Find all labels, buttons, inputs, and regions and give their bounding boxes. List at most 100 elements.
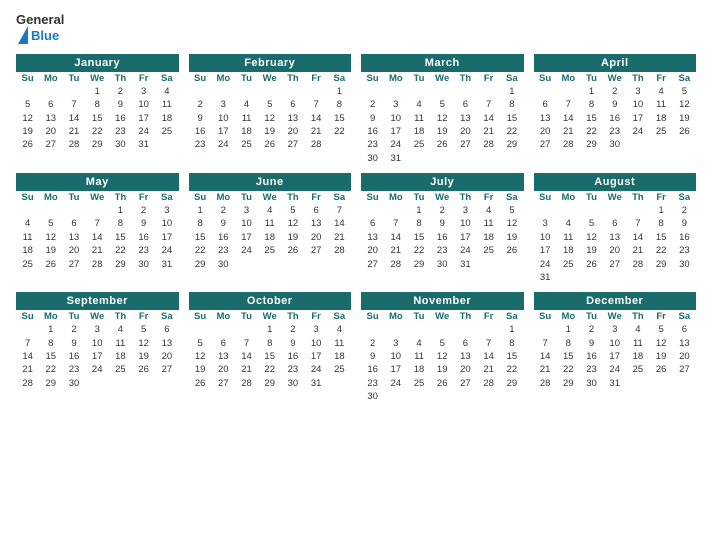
day-header: Mo (212, 191, 235, 204)
day-cell (384, 323, 407, 336)
day-cell: 19 (500, 231, 523, 244)
day-cell: 1 (258, 323, 281, 336)
day-cell: 10 (384, 350, 407, 363)
day-cell: 5 (132, 323, 155, 336)
day-cell: 4 (328, 323, 351, 336)
day-cell: 10 (86, 336, 109, 349)
day-cell: 8 (189, 217, 212, 230)
day-cell: 27 (39, 138, 62, 151)
day-cell (650, 138, 673, 151)
day-cell: 8 (109, 217, 132, 230)
day-cell: 4 (235, 98, 258, 111)
day-cell: 27 (305, 244, 328, 257)
day-cell: 7 (62, 98, 85, 111)
day-cell: 1 (500, 85, 523, 98)
day-header: Su (534, 191, 557, 204)
day-cell: 10 (534, 231, 557, 244)
day-cell: 26 (500, 244, 523, 257)
day-header: Sa (673, 310, 696, 323)
day-cell: 15 (650, 231, 673, 244)
day-cell: 15 (109, 231, 132, 244)
day-cell: 28 (86, 257, 109, 270)
day-cell: 24 (132, 125, 155, 138)
day-cell: 14 (534, 350, 557, 363)
month-header: February (189, 54, 352, 72)
day-cell: 18 (650, 111, 673, 124)
day-cell: 24 (384, 138, 407, 151)
day-header: We (258, 72, 281, 85)
day-cell: 9 (189, 111, 212, 124)
day-header: We (603, 191, 626, 204)
day-cell: 16 (361, 363, 384, 376)
day-cell: 17 (132, 111, 155, 124)
day-cell: 24 (86, 363, 109, 376)
month-may: MaySuMoTuWeThFrSa12345678910111213141516… (16, 173, 179, 284)
day-cell: 24 (212, 138, 235, 151)
day-header: Su (534, 72, 557, 85)
month-table: SuMoTuWeThFrSa12345678910111213141516171… (361, 72, 524, 165)
month-october: OctoberSuMoTuWeThFrSa1234567891011121314… (189, 292, 352, 403)
day-cell: 21 (477, 363, 500, 376)
day-cell: 13 (212, 350, 235, 363)
day-cell (235, 85, 258, 98)
day-cell: 30 (361, 151, 384, 164)
day-cell: 25 (258, 244, 281, 257)
day-cell: 11 (626, 336, 649, 349)
day-cell: 30 (132, 257, 155, 270)
day-cell: 29 (407, 257, 430, 270)
day-cell: 12 (431, 350, 454, 363)
day-cell: 18 (16, 244, 39, 257)
day-cell: 13 (155, 336, 178, 349)
day-header: Fr (650, 72, 673, 85)
day-cell: 25 (109, 363, 132, 376)
day-cell: 4 (650, 85, 673, 98)
month-table: SuMoTuWeThFrSa12345678910111213141516171… (189, 72, 352, 152)
day-cell: 6 (305, 204, 328, 217)
day-cell (454, 151, 477, 164)
day-cell: 13 (454, 350, 477, 363)
day-header: Su (361, 72, 384, 85)
day-cell (189, 323, 212, 336)
day-header: Mo (212, 310, 235, 323)
day-cell: 12 (132, 336, 155, 349)
day-cell (132, 377, 155, 390)
day-cell: 15 (258, 350, 281, 363)
month-table: SuMoTuWeThFrSa12345678910111213141516171… (534, 191, 697, 284)
day-cell: 14 (86, 231, 109, 244)
day-cell: 14 (384, 231, 407, 244)
page-header: General Blue (16, 12, 696, 44)
day-cell: 1 (189, 204, 212, 217)
month-header: March (361, 54, 524, 72)
day-cell: 4 (557, 217, 580, 230)
day-header: Tu (62, 310, 85, 323)
month-header: November (361, 292, 524, 310)
day-cell: 22 (86, 125, 109, 138)
day-header: Fr (132, 72, 155, 85)
day-cell: 13 (305, 217, 328, 230)
day-cell (155, 377, 178, 390)
day-cell: 8 (500, 336, 523, 349)
day-cell: 26 (258, 138, 281, 151)
day-cell (673, 377, 696, 390)
day-header: Tu (235, 191, 258, 204)
day-cell: 25 (557, 257, 580, 270)
day-header: Th (281, 310, 304, 323)
day-cell (534, 85, 557, 98)
day-cell: 16 (189, 125, 212, 138)
day-cell (477, 85, 500, 98)
day-cell: 12 (258, 111, 281, 124)
day-header: Tu (407, 72, 430, 85)
day-cell: 1 (557, 323, 580, 336)
day-cell: 14 (328, 217, 351, 230)
day-header: Mo (212, 72, 235, 85)
day-header: Su (361, 310, 384, 323)
day-cell: 6 (361, 217, 384, 230)
month-june: JuneSuMoTuWeThFrSa1234567891011121314151… (189, 173, 352, 284)
day-header: Fr (650, 191, 673, 204)
day-cell: 14 (305, 111, 328, 124)
day-cell (557, 204, 580, 217)
day-cell: 24 (603, 363, 626, 376)
day-cell: 2 (62, 323, 85, 336)
month-september: SeptemberSuMoTuWeThFrSa12345678910111213… (16, 292, 179, 403)
day-cell: 22 (650, 244, 673, 257)
